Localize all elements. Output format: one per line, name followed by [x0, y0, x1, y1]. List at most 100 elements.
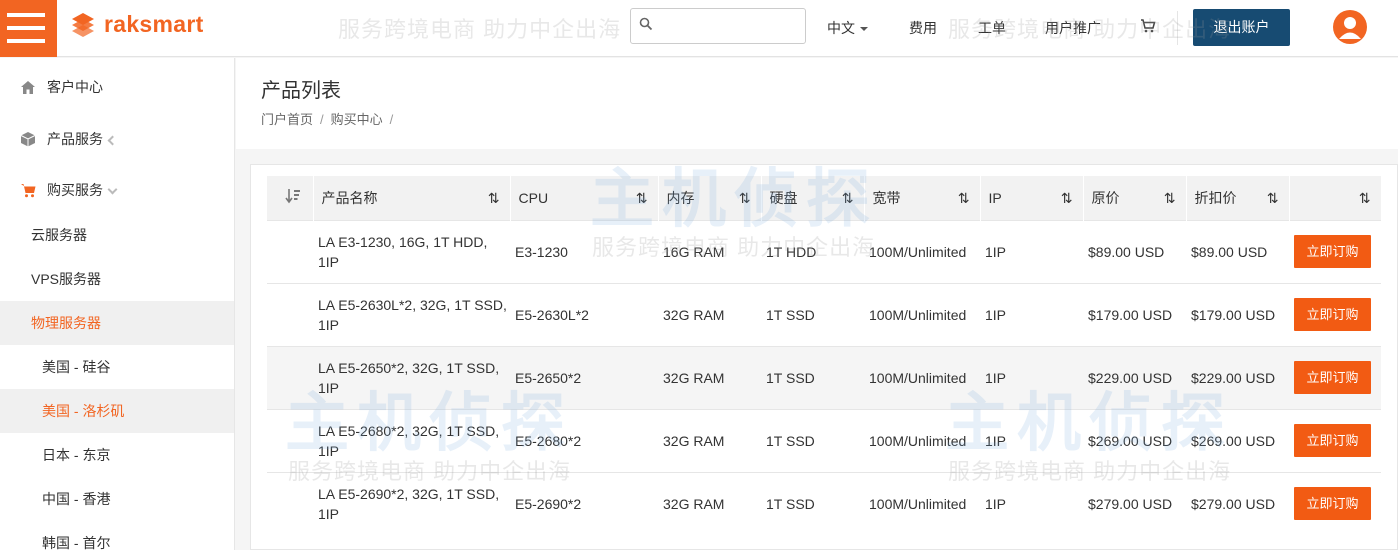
cell-bandwidth: 100M/Unlimited: [864, 282, 980, 346]
breadcrumb-separator: /: [320, 112, 324, 127]
cell-discount-price: $89.00 USD: [1186, 219, 1289, 283]
nav-billing[interactable]: 费用: [909, 18, 937, 38]
menu-toggle-button[interactable]: [0, 0, 57, 57]
sidebar-item-label: 客户中心: [47, 79, 103, 95]
top-header: raksmart 中文 费用 工单 用户推广 退出账户: [0, 0, 1398, 57]
cell-disk: 1T SSD: [761, 345, 864, 409]
cell-price: $269.00 USD: [1083, 408, 1186, 472]
sidebar-item-region-tokyo[interactable]: 日本 - 东京: [0, 433, 234, 477]
sidebar-item-region-hong-kong[interactable]: 中国 - 香港: [0, 477, 234, 521]
cell-price: $279.00 USD: [1083, 471, 1186, 535]
column-header-disk[interactable]: 硬盘 ⇅: [761, 176, 865, 220]
sidebar: 客户中心 产品服务 购买服务 云服务器 VPS服务器 物理服务器 美国 - 硅谷…: [0, 58, 235, 550]
cell-disk: 1T SSD: [761, 471, 864, 535]
sidebar-item-purchase-services[interactable]: 购买服务: [0, 177, 234, 203]
cell-price: $179.00 USD: [1083, 282, 1186, 346]
cell-ram: 32G RAM: [658, 471, 761, 535]
column-header-cpu[interactable]: CPU ⇅: [510, 176, 659, 220]
cell-product-name: LA E3-1230, 16G, 1T HDD, 1IP: [313, 219, 510, 283]
page-title: 产品列表: [261, 80, 341, 102]
cell-ram: 32G RAM: [658, 282, 761, 346]
main-content: 产品列表 门户首页 / 购买中心 / 产品名称 ⇅ CPU ⇅ 内存 ⇅ 硬盘 …: [236, 58, 1398, 550]
sort-icon: ⇅: [1163, 190, 1176, 206]
sidebar-item-dedicated-server[interactable]: 物理服务器: [0, 301, 234, 345]
title-area: 产品列表 门户首页 / 购买中心 /: [236, 58, 1398, 149]
breadcrumb-purchase-link[interactable]: 购买中心: [331, 112, 383, 127]
nav-tickets[interactable]: 工单: [978, 18, 1006, 38]
cell-ip: 1IP: [980, 471, 1083, 535]
raksmart-logo-icon: [72, 13, 94, 37]
caret-down-icon: [860, 27, 868, 32]
cell-product-name: LA E5-2690*2, 32G, 1T SSD, 1IP: [313, 471, 510, 535]
cell-bandwidth: 100M/Unlimited: [864, 408, 980, 472]
language-label: 中文: [827, 20, 855, 36]
cell-discount-price: $269.00 USD: [1186, 408, 1289, 472]
sidebar-item-cloud-server[interactable]: 云服务器: [0, 213, 234, 257]
search-box[interactable]: [630, 8, 806, 44]
sidebar-item-label: 产品服务: [47, 131, 103, 147]
cell-cpu: E5-2650*2: [510, 345, 658, 409]
sidebar-item-client-center[interactable]: 客户中心: [0, 74, 234, 100]
sort-icon: ⇅: [957, 190, 970, 206]
sort-icon: ⇅: [635, 190, 648, 206]
brand-logo[interactable]: raksmart: [68, 8, 204, 40]
cell-price: $229.00 USD: [1083, 345, 1186, 409]
cell-cpu: E5-2690*2: [510, 471, 658, 535]
sidebar-item-product-services[interactable]: 产品服务: [0, 126, 234, 152]
table-header-row: 产品名称 ⇅ CPU ⇅ 内存 ⇅ 硬盘 ⇅ 宽带 ⇅ IP ⇅ 原价 ⇅ 折扣价 ⇅ ⇅: [267, 176, 1382, 220]
breadcrumb: 门户首页 / 购买中心 /: [261, 109, 400, 128]
language-dropdown[interactable]: 中文: [827, 18, 868, 38]
cell-ip: 1IP: [980, 408, 1083, 472]
sidebar-item-vps-server[interactable]: VPS服务器: [0, 257, 234, 301]
nav-affiliate[interactable]: 用户推广: [1045, 18, 1101, 38]
column-header-price[interactable]: 原价 ⇅: [1083, 176, 1187, 220]
sidebar-item-region-seoul[interactable]: 韩国 - 首尔: [0, 521, 234, 550]
cell-ip: 1IP: [980, 345, 1083, 409]
table-row: LA E5-2680*2, 32G, 1T SSD, 1IP E5-2680*2…: [267, 408, 1381, 472]
table-row: LA E5-2690*2, 32G, 1T SSD, 1IP E5-2690*2…: [267, 471, 1381, 535]
sidebar-item-region-los-angeles[interactable]: 美国 - 洛杉矶: [0, 389, 234, 433]
table-row: LA E5-2650*2, 32G, 1T SSD, 1IP E5-2650*2…: [267, 345, 1381, 409]
cell-product-name: LA E5-2630L*2, 32G, 1T SSD, 1IP: [313, 282, 510, 346]
order-now-button[interactable]: 立即订购: [1294, 235, 1371, 268]
logo-text: raksmart: [104, 10, 204, 37]
breadcrumb-home-link[interactable]: 门户首页: [261, 112, 313, 127]
column-header-discount-price[interactable]: 折扣价 ⇅: [1186, 176, 1290, 220]
sidebar-item-region-silicon-valley[interactable]: 美国 - 硅谷: [0, 345, 234, 389]
sort-icon: ⇅: [1266, 190, 1279, 206]
order-now-button[interactable]: 立即订购: [1294, 298, 1371, 331]
cell-disk: 1T SSD: [761, 282, 864, 346]
column-header-action[interactable]: ⇅: [1289, 176, 1382, 220]
logout-button[interactable]: 退出账户: [1193, 9, 1290, 46]
cell-discount-price: $179.00 USD: [1186, 282, 1289, 346]
order-now-button[interactable]: 立即订购: [1294, 361, 1371, 394]
user-avatar-icon[interactable]: [1333, 10, 1367, 44]
cell-cpu: E5-2680*2: [510, 408, 658, 472]
cell-bandwidth: 100M/Unlimited: [864, 219, 980, 283]
sort-icon: ⇅: [738, 190, 751, 206]
cart-icon: [21, 184, 36, 198]
chevron-down-icon: [107, 184, 118, 195]
sort-column-header[interactable]: [267, 176, 314, 220]
sort-icon: ⇅: [487, 190, 500, 206]
cell-ram: 16G RAM: [658, 219, 761, 283]
cell-disk: 1T HDD: [761, 219, 864, 283]
cell-disk: 1T SSD: [761, 408, 864, 472]
home-icon: [21, 81, 35, 94]
order-now-button[interactable]: 立即订购: [1294, 424, 1371, 457]
cell-ram: 32G RAM: [658, 408, 761, 472]
box-icon: [20, 132, 36, 147]
cell-product-name: LA E5-2680*2, 32G, 1T SSD, 1IP: [313, 408, 510, 472]
header-divider: [1177, 11, 1178, 45]
search-input[interactable]: [657, 11, 801, 41]
column-header-product-name[interactable]: 产品名称 ⇅: [313, 176, 511, 220]
order-now-button[interactable]: 立即订购: [1294, 487, 1371, 521]
product-table: 产品名称 ⇅ CPU ⇅ 内存 ⇅ 硬盘 ⇅ 宽带 ⇅ IP ⇅ 原价 ⇅ 折扣价 ⇅ ⇅ LA…: [267, 176, 1382, 535]
table-row: LA E3-1230, 16G, 1T HDD, 1IP E3-1230 16G…: [267, 219, 1381, 283]
product-table-panel: 产品名称 ⇅ CPU ⇅ 内存 ⇅ 硬盘 ⇅ 宽带 ⇅ IP ⇅ 原价 ⇅ 折扣价 ⇅ ⇅ LA…: [250, 164, 1398, 550]
column-header-bandwidth[interactable]: 宽带 ⇅: [864, 176, 981, 220]
cart-icon[interactable]: [1140, 18, 1156, 37]
column-header-ram[interactable]: 内存 ⇅: [658, 176, 762, 220]
column-header-ip[interactable]: IP ⇅: [980, 176, 1084, 220]
cell-bandwidth: 100M/Unlimited: [864, 471, 980, 535]
